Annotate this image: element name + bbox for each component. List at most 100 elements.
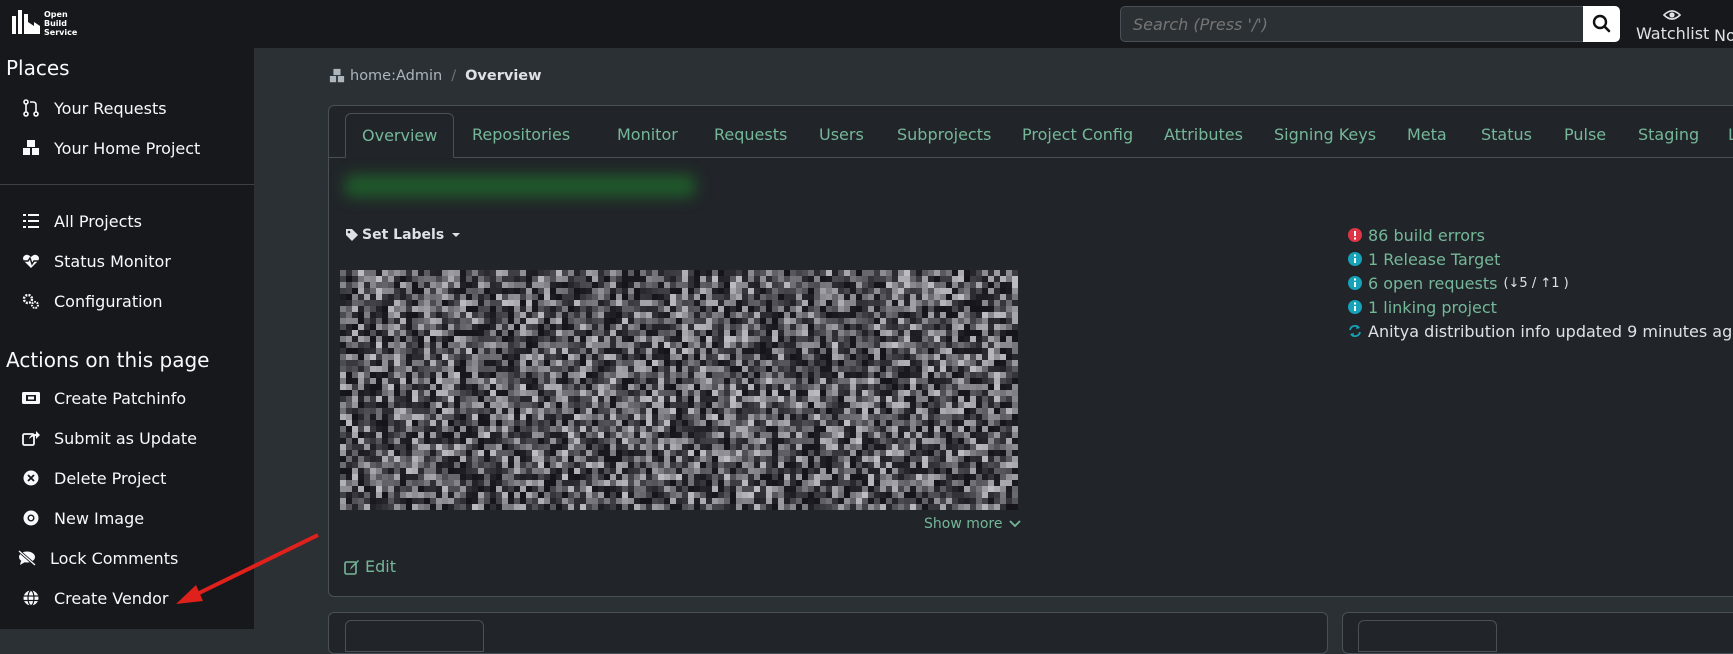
tab-attributes[interactable]: Attributes [1148, 113, 1259, 157]
open-requests-item: 6 open requests (↓5 / ↑1 ) [1348, 271, 1733, 295]
project-stats: 86 build errors 1 Release Target 6 open … [1348, 223, 1733, 343]
eye-icon [1662, 10, 1682, 20]
tab-requests[interactable]: Requests [698, 113, 803, 157]
sidebar-item-configuration[interactable]: Configuration [20, 286, 163, 316]
sidebar-item-label: Create Patchinfo [54, 388, 187, 408]
search-input[interactable] [1120, 6, 1584, 42]
watchlist-label: Watchlist [1636, 24, 1710, 43]
sidebar-item-label: Create Vendor [54, 588, 169, 608]
build-errors-item: 86 build errors [1348, 223, 1733, 247]
anitya-info-text: Anitya distribution info updated 9 minut… [1368, 321, 1733, 341]
linking-project-link[interactable]: 1 linking project [1368, 298, 1497, 317]
info-circle-icon [1348, 300, 1362, 314]
edit-icon [344, 559, 359, 575]
sidebar-item-label: New Image [54, 508, 145, 528]
sidebar-item-all-projects[interactable]: All Projects [20, 206, 142, 236]
sidebar-item-label: Delete Project [54, 468, 167, 488]
sidebar-item-create-vendor[interactable]: Create Vendor [20, 583, 168, 613]
anitya-item: Anitya distribution info updated 9 minut… [1348, 319, 1733, 343]
tab-users[interactable]: Users [803, 113, 880, 157]
places-heading: Places [6, 56, 70, 80]
sidebar-item-delete-project[interactable]: Delete Project [20, 463, 166, 493]
heartbeat-icon [20, 252, 42, 270]
cubes-icon [20, 139, 42, 157]
tab-meta[interactable]: Meta [1391, 113, 1463, 157]
tab-more[interactable]: La [1712, 113, 1733, 157]
notifications-button[interactable]: No [1714, 26, 1733, 45]
exclamation-circle-icon [1348, 228, 1362, 242]
tab-repositories[interactable]: Repositories [456, 113, 586, 157]
pixelated-description-image [340, 270, 1018, 510]
share-icon [20, 429, 42, 447]
sidebar-divider [0, 184, 254, 185]
top-navbar: Open Build Service Watchlist No [0, 0, 1733, 48]
sidebar-item-your-requests[interactable]: Your Requests [20, 93, 167, 123]
sidebar-item-label: Submit as Update [54, 428, 198, 448]
repositories-card-tab [1358, 620, 1497, 652]
requests-counts: (↓5 / ↑1 ) [1503, 275, 1569, 291]
chevron-down-icon [1009, 520, 1021, 528]
breadcrumb-current: Overview [465, 68, 542, 84]
times-circle-icon [20, 469, 42, 487]
tab-project-config[interactable]: Project Config [1006, 113, 1149, 157]
compact-disc-icon [20, 509, 42, 527]
sidebar: Places Your Requests Your Home Project A… [0, 48, 254, 629]
tab-signing-keys[interactable]: Signing Keys [1258, 113, 1392, 157]
show-more-link[interactable]: Show more [924, 516, 1021, 532]
show-more-label: Show more [924, 516, 1003, 532]
release-target-item: 1 Release Target [1348, 247, 1733, 271]
tab-monitor[interactable]: Monitor [601, 113, 694, 157]
sidebar-item-label: Status Monitor [54, 251, 171, 271]
sidebar-item-create-patchinfo[interactable]: Create Patchinfo [20, 383, 186, 413]
sidebar-item-label: Lock Comments [50, 548, 179, 568]
tab-status[interactable]: Status [1465, 113, 1548, 157]
tag-icon [346, 229, 358, 241]
set-labels-dropdown[interactable]: Set Labels [345, 227, 461, 243]
open-requests-link[interactable]: 6 open requests [1368, 274, 1497, 293]
tab-subprojects[interactable]: Subprojects [881, 113, 1007, 157]
breadcrumb: home:Admin / Overview [328, 68, 542, 84]
sidebar-item-label: All Projects [54, 211, 142, 231]
comment-slash-icon [16, 549, 38, 567]
list-icon [20, 212, 42, 230]
tab-overview[interactable]: Overview [345, 113, 455, 158]
globe-icon [20, 589, 42, 607]
sidebar-item-label: Your Home Project [54, 138, 201, 158]
sidebar-item-label: Your Requests [54, 98, 167, 118]
arrow-down-icon: ↓ [1508, 275, 1520, 291]
search-icon [1592, 14, 1611, 33]
project-title-blurred [345, 175, 695, 197]
cubes-icon [329, 68, 345, 83]
search-button[interactable] [1583, 6, 1620, 42]
set-labels-label: Set Labels [362, 227, 445, 243]
actions-heading: Actions on this page [6, 348, 210, 372]
breadcrumb-separator: / [451, 68, 457, 84]
pull-request-icon [20, 99, 42, 117]
factory-icon [12, 10, 40, 34]
watchlist-button[interactable]: Watchlist [1636, 6, 1710, 43]
sidebar-item-lock-comments[interactable]: Lock Comments [16, 543, 178, 573]
arrow-up-icon: ↑ [1540, 275, 1552, 291]
sync-icon [1349, 325, 1361, 337]
tab-staging[interactable]: Staging [1622, 113, 1715, 157]
project-tabs: Overview Repositories Monitor Requests U… [328, 113, 1733, 158]
incoming-requests-count: 5 [1519, 275, 1528, 291]
edit-description-link[interactable]: Edit [344, 557, 396, 576]
breadcrumb-project-link[interactable]: home:Admin [350, 68, 442, 84]
obs-logo[interactable]: Open Build Service [10, 8, 80, 40]
search-form [1120, 6, 1620, 42]
sidebar-item-submit-update[interactable]: Submit as Update [20, 423, 197, 453]
linking-project-item: 1 linking project [1348, 295, 1733, 319]
release-target-link[interactable]: 1 Release Target [1368, 250, 1500, 269]
outgoing-requests-count: 1 [1551, 275, 1560, 291]
build-errors-link[interactable]: 86 build errors [1368, 226, 1485, 245]
tab-pulse[interactable]: Pulse [1548, 113, 1622, 157]
ticket-icon [20, 389, 42, 407]
sidebar-item-new-image[interactable]: New Image [20, 503, 144, 533]
sidebar-item-home-project[interactable]: Your Home Project [20, 133, 200, 163]
info-circle-icon [1348, 252, 1362, 266]
info-circle-icon [1348, 276, 1362, 290]
caret-down-icon [452, 233, 461, 237]
sidebar-item-label: Configuration [54, 291, 163, 311]
sidebar-item-status-monitor[interactable]: Status Monitor [20, 246, 171, 276]
